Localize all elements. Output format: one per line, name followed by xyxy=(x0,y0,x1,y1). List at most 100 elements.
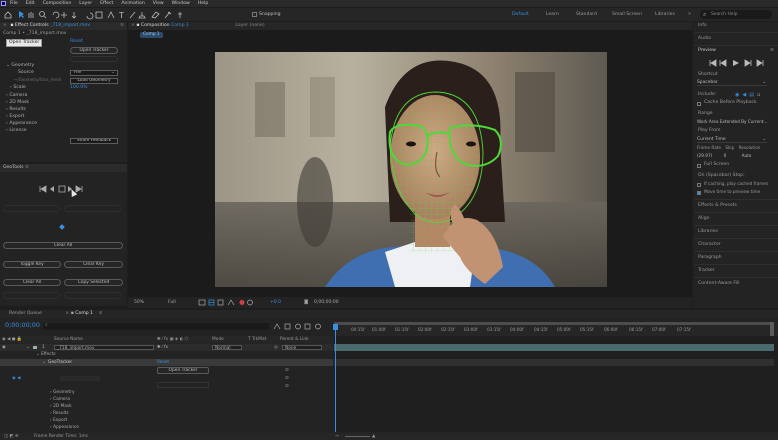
if-caching-checkbox[interactable] xyxy=(697,183,701,187)
character-panel[interactable]: Character xyxy=(698,242,721,247)
playhead[interactable] xyxy=(335,324,336,432)
timeline-close-icon[interactable]: × xyxy=(65,311,69,316)
panel-menu-icon[interactable]: ≡ xyxy=(120,22,124,30)
column-trkmat[interactable]: T TrkMat xyxy=(248,336,266,343)
audio-panel[interactable]: Audio xyxy=(698,36,711,41)
timeline-open-tracker-button[interactable]: Open Tracker xyxy=(157,367,209,374)
include-layer-controls-icon[interactable]: ▫ xyxy=(757,92,760,98)
timeline-timecode[interactable]: 0;00;00;00 xyxy=(5,321,40,329)
status-toggles[interactable]: ◫ ◩ ⊕ xyxy=(4,433,18,440)
help-search-field[interactable]: ⌕ Search Help xyxy=(700,10,772,19)
toggle-key-button[interactable]: Toggle Key xyxy=(3,261,61,268)
shortcut-dropdown[interactable]: Spacebar ⌄ xyxy=(697,80,767,86)
playhead-handle[interactable] xyxy=(333,324,338,330)
menu-help[interactable]: Help xyxy=(198,0,208,7)
render-queue-tab[interactable]: Render Queue xyxy=(9,311,42,316)
layer-tab[interactable]: Layer (none) xyxy=(235,23,264,28)
quality-dropdown[interactable]: Full xyxy=(168,297,176,308)
timeline-scroll-handle[interactable] xyxy=(770,322,774,336)
preview-panel-title[interactable]: Preview xyxy=(698,48,716,53)
align-panel[interactable]: Align xyxy=(698,216,710,221)
effect-reset-link[interactable]: Reset xyxy=(70,39,83,45)
effect-controls-tab[interactable]: ▪ Effect Controls xyxy=(10,23,50,28)
timeline-menu-icon[interactable]: ≡ xyxy=(99,311,103,316)
clear-all-button[interactable]: Clear All xyxy=(3,242,123,249)
keyframe-stopwatch-icon-3[interactable]: ⊙ xyxy=(285,384,289,389)
tl-group-appearance[interactable]: › Appearance xyxy=(50,425,79,431)
group-license[interactable]: › License xyxy=(6,128,27,134)
effect-reset[interactable]: Reset xyxy=(157,359,169,366)
composition-tab[interactable]: ▪ Composition xyxy=(136,23,171,28)
snapping-checkbox[interactable] xyxy=(252,12,257,17)
comp-chip[interactable]: Comp 1 xyxy=(140,32,163,38)
range-dropdown[interactable]: Work Area Extended By Current... xyxy=(697,119,771,125)
group-results[interactable]: › Results xyxy=(6,107,26,113)
tl-group-results[interactable]: › Results xyxy=(50,411,69,417)
timeline-layer-row[interactable]: ◉ ⌄ 1 _718_import.mov ✱ ⁄ fx Normal ◎ No… xyxy=(0,344,333,351)
menu-animation[interactable]: Animation xyxy=(121,0,144,7)
geotools-menu-icon[interactable]: ≡ xyxy=(25,165,29,170)
info-panel[interactable]: Info xyxy=(698,23,707,28)
zoom-slider[interactable] xyxy=(345,436,370,437)
include-audio-icon[interactable]: ◀ xyxy=(742,92,746,98)
skip-value[interactable]: 0 xyxy=(724,153,727,158)
camera-snapshot-icon[interactable]: ◙ xyxy=(304,297,308,308)
layer-visibility-icon[interactable]: ◉ xyxy=(2,344,6,351)
keyframe-stopwatch-icon-1[interactable]: ⊙ xyxy=(285,368,289,373)
cache-checkbox[interactable] xyxy=(697,102,701,106)
group-camera[interactable]: › Camera xyxy=(6,93,27,99)
workspace-small-screen[interactable]: Small Screen xyxy=(612,10,642,19)
column-mode[interactable]: Mode xyxy=(212,336,224,343)
viewer-frame[interactable] xyxy=(215,52,607,287)
effects-presets-panel[interactable]: Effects & Presets xyxy=(698,203,737,208)
group-appearance[interactable]: › Appearance xyxy=(6,121,37,127)
menu-edit[interactable]: Edit xyxy=(26,0,35,7)
effect-row[interactable]: ⌄ GeoTracker Reset xyxy=(0,359,333,366)
tl-group-2d-mask[interactable]: › 2D Mask xyxy=(50,404,72,410)
menu-view[interactable]: View xyxy=(153,0,164,7)
group-2d-mask[interactable]: › 2D Mask xyxy=(6,100,29,106)
panel-close-icon[interactable]: × xyxy=(3,23,7,28)
open-tracker-button[interactable]: Open Tracker xyxy=(70,47,118,54)
menu-effect[interactable]: Effect xyxy=(100,0,113,7)
toggle-switches-icon[interactable]: ⊸ xyxy=(335,433,339,440)
tracker-panel[interactable]: Tracker xyxy=(698,268,715,273)
layer-name[interactable]: _718_import.mov xyxy=(54,345,154,351)
share-feedback-button[interactable]: Share Feedback xyxy=(70,138,118,144)
timeline-search-field[interactable]: ⌕ xyxy=(43,322,269,330)
comp-timecode[interactable]: 0;00;00;00 xyxy=(314,297,339,308)
layer-mode[interactable]: Normal xyxy=(212,345,242,351)
frame-rate-value[interactable]: (29.97) xyxy=(697,153,712,158)
libraries-panel[interactable]: Libraries xyxy=(698,229,718,234)
workspace-default[interactable]: Default xyxy=(512,10,529,19)
column-parent[interactable]: Parent & Link xyxy=(280,336,309,343)
source-dropdown[interactable]: File ⌄ xyxy=(70,70,118,76)
paragraph-panel[interactable]: Paragraph xyxy=(698,255,722,260)
resolution-value[interactable]: Auto xyxy=(742,153,752,158)
clear-key-button[interactable]: Clear Key xyxy=(64,261,123,268)
zoom-dropdown[interactable]: 50% xyxy=(134,297,144,308)
zoom-in-icon[interactable]: ▲ xyxy=(372,433,375,440)
layer-parent-pickwhip-icon[interactable]: ◎ xyxy=(274,344,278,351)
effects-group[interactable]: ⌄ Effects xyxy=(36,352,56,358)
workspace-learn[interactable]: Learn xyxy=(546,10,559,19)
menu-window[interactable]: Window xyxy=(172,0,190,7)
copy-selected-button[interactable]: Copy Selected xyxy=(64,279,123,286)
work-area-bar[interactable] xyxy=(334,322,774,325)
preview-menu-icon[interactable]: ≡ xyxy=(770,48,774,53)
menu-file[interactable]: File xyxy=(10,0,18,7)
geometry-group-toggle[interactable]: ⌄ Geometry xyxy=(6,63,34,69)
column-source-name[interactable]: Source Name xyxy=(54,336,83,343)
geotools-tab[interactable]: GeoTools xyxy=(3,165,24,170)
tl-group-geometry[interactable]: › Geometry xyxy=(50,390,75,396)
comp-close-icon[interactable]: × xyxy=(131,23,135,28)
clear-selection-button[interactable]: Clear All xyxy=(3,279,61,286)
timeline-comp-tab[interactable]: Comp 1 xyxy=(75,311,93,316)
layer-expand-icon[interactable]: ⌄ xyxy=(26,344,30,351)
include-overlays-icon[interactable]: ▤ xyxy=(749,92,754,98)
workspace-overflow-icon[interactable]: » xyxy=(688,10,691,19)
scale-value[interactable]: 100.0% xyxy=(70,85,88,91)
layer-parent[interactable]: None xyxy=(282,345,322,351)
exposure-value[interactable]: +0.0 xyxy=(270,297,281,308)
workspace-standard[interactable]: Standard xyxy=(576,10,597,19)
